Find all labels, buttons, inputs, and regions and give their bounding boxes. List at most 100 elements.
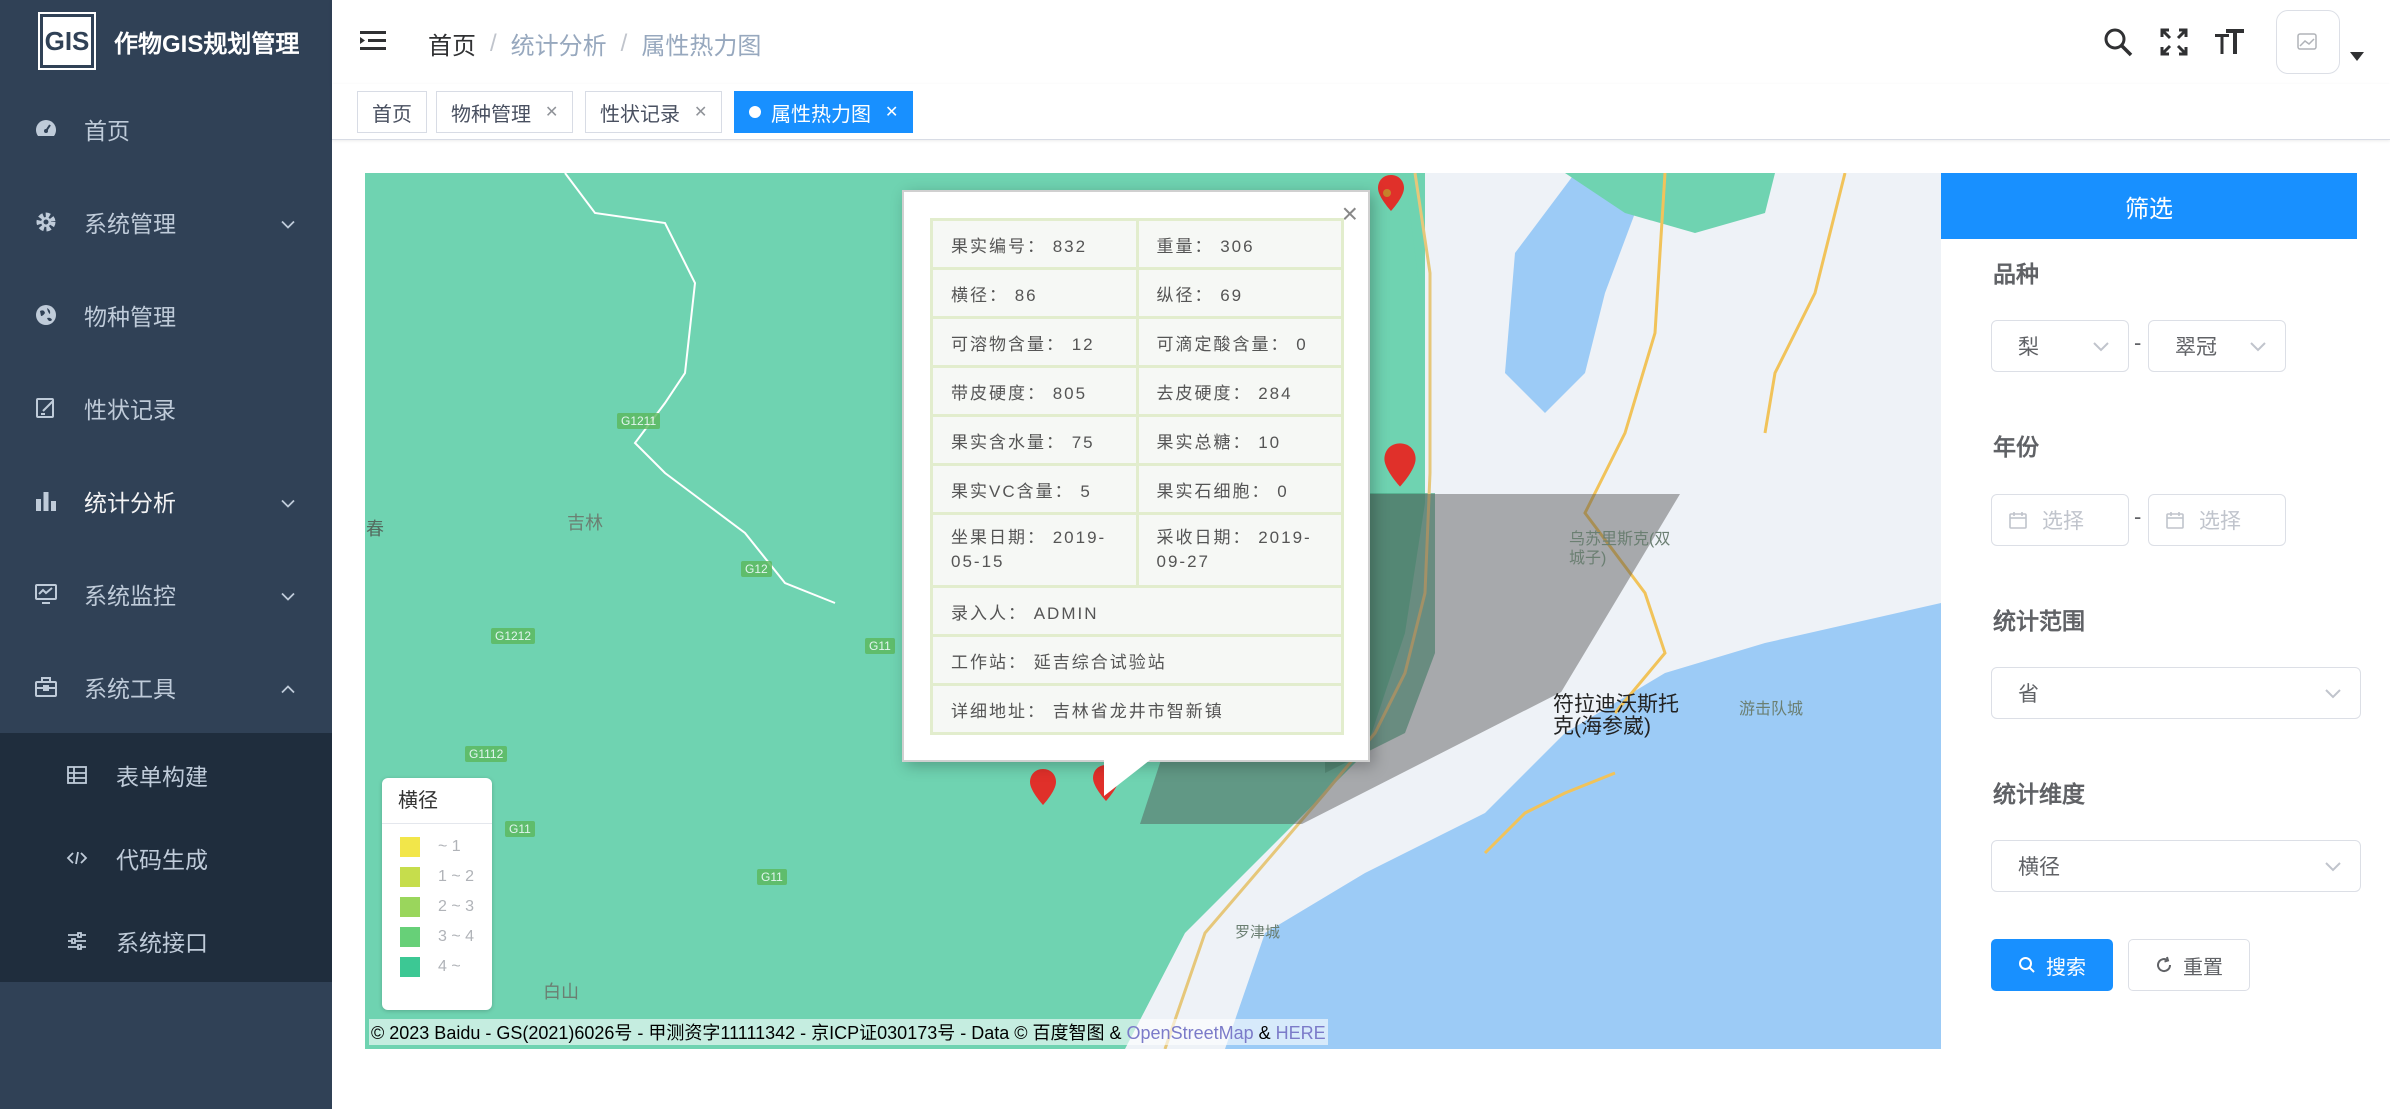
city-label: 罗津城 <box>1235 924 1281 941</box>
chevron-down-icon <box>280 580 296 607</box>
legend-title: 横径 <box>382 778 492 824</box>
avatar[interactable] <box>2276 10 2340 74</box>
popup-row: 果实编号： 832 重量： 306 <box>933 221 1341 270</box>
chevron-down-icon <box>280 208 296 235</box>
variety-select-1[interactable]: 梨 <box>1991 320 2129 372</box>
tag-heatmap[interactable]: 属性热力图 ✕ <box>734 91 914 133</box>
hamburger-icon[interactable] <box>358 26 388 56</box>
sidebar-item-2[interactable]: 物种管理 <box>0 268 332 361</box>
sidebar-item-5[interactable]: 系统监控 <box>0 547 332 640</box>
variety-label: 品种 <box>1993 261 2039 287</box>
popup-cell: 果实总糖： 10 <box>1135 417 1341 463</box>
caret-down-icon[interactable] <box>2350 52 2364 62</box>
range-dash: - <box>2134 504 2142 529</box>
year-start-picker[interactable]: 选择 <box>1991 494 2129 546</box>
calendar-icon <box>2009 512 2027 529</box>
search-button[interactable]: 搜索 <box>1991 939 2113 991</box>
submenu-item-1[interactable]: 代码生成 <box>0 816 332 899</box>
popup-row: 录入人： ADMIN <box>933 588 1341 637</box>
popup-cell: 纵径： 69 <box>1135 270 1341 316</box>
submenu-item-0[interactable]: 表单构建 <box>0 733 332 816</box>
close-icon[interactable]: × <box>1342 198 1358 230</box>
road-label: G11 <box>505 821 535 837</box>
road-label: G1212 <box>491 628 536 644</box>
bar-chart-icon <box>32 487 60 515</box>
tag-label: 首页 <box>372 103 412 126</box>
tag-home[interactable]: 首页 <box>357 91 427 133</box>
font-size-icon[interactable] <box>2210 22 2250 62</box>
chevron-down-icon <box>2325 689 2341 699</box>
tag-traits[interactable]: 性状记录 ✕ <box>585 91 723 133</box>
sidebar-item-label: 性状记录 <box>84 396 176 423</box>
reset-label: 重置 <box>2183 956 2223 979</box>
city-label: 吉林 <box>567 513 603 533</box>
dimension-select[interactable]: 横径 <box>1991 840 2361 892</box>
app-title: 作物GIS规划管理 <box>114 30 300 58</box>
legend-swatch <box>400 897 420 917</box>
sidebar-item-4[interactable]: 统计分析 <box>0 454 332 547</box>
map-marker-icon[interactable] <box>1028 767 1058 807</box>
year-start-placeholder: 选择 <box>2042 510 2084 533</box>
osm-link[interactable]: OpenStreetMap <box>1127 1023 1254 1043</box>
breadcrumb-separator: / <box>490 29 497 57</box>
submenu-system-tools: 表单构建代码生成系统接口 <box>0 733 332 982</box>
road-label: G1112 <box>465 746 508 762</box>
close-icon[interactable]: ✕ <box>545 102 558 122</box>
copyright-amp: & <box>1258 1023 1271 1043</box>
year-label: 年份 <box>1993 434 2039 460</box>
popup-cell: 可滴定酸含量： 0 <box>1135 319 1341 365</box>
sidebar: GIS 作物GIS规划管理 首页 系统管理 物种管理性状记录统计分析 系统监控 系统工具… <box>0 0 332 1109</box>
breadcrumb-separator: / <box>620 29 628 57</box>
sidebar-item-6[interactable]: 系统工具 <box>0 640 332 733</box>
popup-cell: 工作站： 延吉综合试验站 <box>933 637 1341 683</box>
year-end-placeholder: 选择 <box>2199 510 2241 533</box>
globe-icon <box>32 301 60 329</box>
sidebar-item-0[interactable]: 首页 <box>0 82 332 175</box>
legend-label: 3 ~ 4 <box>438 928 475 945</box>
edit-icon <box>32 394 60 422</box>
reset-button[interactable]: 重置 <box>2128 939 2250 991</box>
dimension-label: 统计维度 <box>1993 781 2085 807</box>
breadcrumb-stats: 统计分析 <box>510 33 607 60</box>
submenu-item-label: 代码生成 <box>116 846 208 873</box>
breadcrumb-home[interactable]: 首页 <box>428 26 476 61</box>
road-label: G12 <box>741 561 772 577</box>
road-label: G1211 <box>617 413 661 429</box>
submenu-item-label: 表单构建 <box>116 763 208 790</box>
popup-cell: 果实石细胞： 0 <box>1135 466 1341 512</box>
legend-row: 2 ~ 3 <box>382 892 492 922</box>
here-link[interactable]: HERE <box>1276 1023 1326 1043</box>
logo-row[interactable]: GIS 作物GIS规划管理 <box>0 0 332 82</box>
popup-row: 详细地址： 吉林省龙井市智新镇 <box>933 686 1341 732</box>
variety-select-2[interactable]: 翠冠 <box>2148 320 2286 372</box>
search-label: 搜索 <box>2046 956 2086 979</box>
city-label-major: 符拉迪沃斯托克(海参崴) <box>1553 693 1679 738</box>
popup-row: 可溶物含量： 12 可滴定酸含量： 0 <box>933 319 1341 368</box>
search-icon[interactable] <box>2098 22 2138 62</box>
legend-swatch <box>400 837 420 857</box>
road-label: G11 <box>865 638 895 654</box>
sidebar-item-1[interactable]: 系统管理 <box>0 175 332 268</box>
filter-header: 筛选 <box>1941 173 2357 239</box>
close-icon[interactable]: ✕ <box>885 102 898 122</box>
popup-row: 果实VC含量： 5 果实石细胞： 0 <box>933 466 1341 515</box>
tag-species[interactable]: 物种管理 ✕ <box>436 91 574 133</box>
year-end-picker[interactable]: 选择 <box>2148 494 2286 546</box>
legend-row: 3 ~ 4 <box>382 922 492 952</box>
variety-value-1: 梨 <box>2018 336 2039 359</box>
map-dot <box>1383 189 1391 197</box>
popup-cell: 坐果日期： 2019-05-15 <box>933 515 1136 585</box>
close-icon[interactable]: ✕ <box>694 102 707 122</box>
table-icon <box>64 762 90 788</box>
legend-swatch <box>400 867 420 887</box>
map-marker-icon[interactable] <box>1382 441 1418 489</box>
sidebar-item-3[interactable]: 性状记录 <box>0 361 332 454</box>
fullscreen-icon[interactable] <box>2154 22 2194 62</box>
variety-value-2: 翠冠 <box>2175 336 2217 359</box>
submenu-item-2[interactable]: 系统接口 <box>0 899 332 982</box>
popup-cell: 带皮硬度： 805 <box>933 368 1136 414</box>
toolbox-icon <box>32 673 60 701</box>
scope-select[interactable]: 省 <box>1991 667 2361 719</box>
city-label: 游击队城 <box>1739 701 1804 718</box>
legend-row: 4 ~ <box>382 952 492 982</box>
